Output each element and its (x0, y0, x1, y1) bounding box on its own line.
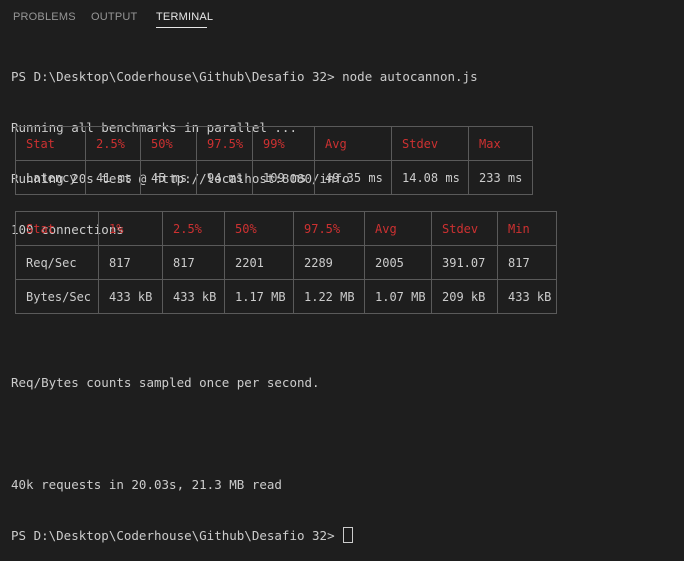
table-header-cell: Stat (15, 126, 86, 161)
table-header-cell: 2.5% (85, 126, 141, 161)
panel-tab-bar: PROBLEMS OUTPUT TERMINAL (0, 0, 684, 34)
table-cell: 433 kB (98, 279, 163, 314)
table-header-cell: 97.5% (196, 126, 253, 161)
active-tab-indicator (156, 27, 207, 28)
table-header-cell: Stdev (431, 211, 498, 246)
table-cell: 94 ms (196, 160, 253, 195)
table-cell: 433 kB (497, 279, 557, 314)
table-cell: 209 kB (431, 279, 498, 314)
table-cell: 1.07 MB (364, 279, 432, 314)
table-row: Latency 41 ms 45 ms 94 ms 109 ms 49.35 m… (15, 160, 533, 195)
table-cell: Latency (15, 160, 86, 195)
tab-problems[interactable]: PROBLEMS (13, 11, 76, 23)
terminal-cursor (343, 527, 354, 543)
table-header-cell: 50% (140, 126, 197, 161)
table-header-cell: 50% (224, 211, 294, 246)
table-cell: 233 ms (468, 160, 533, 195)
table-cell: 817 (98, 245, 163, 280)
table-header-cell: Avg (364, 211, 432, 246)
table-cell: 817 (497, 245, 557, 280)
table-header-cell: Min (497, 211, 557, 246)
table-row: Bytes/Sec 433 kB 433 kB 1.17 MB 1.22 MB … (15, 279, 557, 314)
prompt-text: PS D:\Desktop\Coderhouse\Github\Desafio … (11, 528, 343, 543)
table-cell: 2289 (293, 245, 365, 280)
throughput-table: Stat 1% 2.5% 50% 97.5% Avg Stdev Min Req… (15, 211, 557, 314)
table-header-cell: Stat (15, 211, 99, 246)
table-header-cell: 97.5% (293, 211, 365, 246)
table-header-cell: 1% (98, 211, 163, 246)
table-row: Req/Sec 817 817 2201 2289 2005 391.07 81… (15, 245, 557, 280)
table-header-cell: Stdev (391, 126, 469, 161)
table-header-row: Stat 2.5% 50% 97.5% 99% Avg Stdev Max (15, 126, 533, 161)
table-header-row: Stat 1% 2.5% 50% 97.5% Avg Stdev Min (15, 211, 557, 246)
table-cell: 391.07 (431, 245, 498, 280)
table-cell: 41 ms (85, 160, 141, 195)
table-cell: 109 ms (252, 160, 315, 195)
tab-terminal[interactable]: TERMINAL (156, 11, 213, 23)
table-cell: 433 kB (162, 279, 225, 314)
terminal-output-footer[interactable]: Req/Bytes counts sampled once per second… (11, 340, 354, 561)
tab-output[interactable]: OUTPUT (91, 11, 137, 23)
table-header-cell: 99% (252, 126, 315, 161)
output-line: Req/Bytes counts sampled once per second… (11, 375, 320, 390)
table-cell: 1.22 MB (293, 279, 365, 314)
table-cell: 49.35 ms (314, 160, 392, 195)
table-cell: 817 (162, 245, 225, 280)
table-header-cell: Max (468, 126, 533, 161)
output-line: 40k requests in 20.03s, 21.3 MB read (11, 477, 282, 492)
table-cell: 14.08 ms (391, 160, 469, 195)
latency-table: Stat 2.5% 50% 97.5% 99% Avg Stdev Max La… (15, 126, 533, 195)
table-cell: 1.17 MB (224, 279, 294, 314)
command-line: PS D:\Desktop\Coderhouse\Github\Desafio … (11, 69, 478, 84)
prompt-line[interactable]: PS D:\Desktop\Coderhouse\Github\Desafio … (11, 527, 354, 544)
table-header-cell: 2.5% (162, 211, 225, 246)
table-cell: 2201 (224, 245, 294, 280)
table-cell: Bytes/Sec (15, 279, 99, 314)
table-cell: 45 ms (140, 160, 197, 195)
table-cell: 2005 (364, 245, 432, 280)
table-header-cell: Avg (314, 126, 392, 161)
table-cell: Req/Sec (15, 245, 99, 280)
